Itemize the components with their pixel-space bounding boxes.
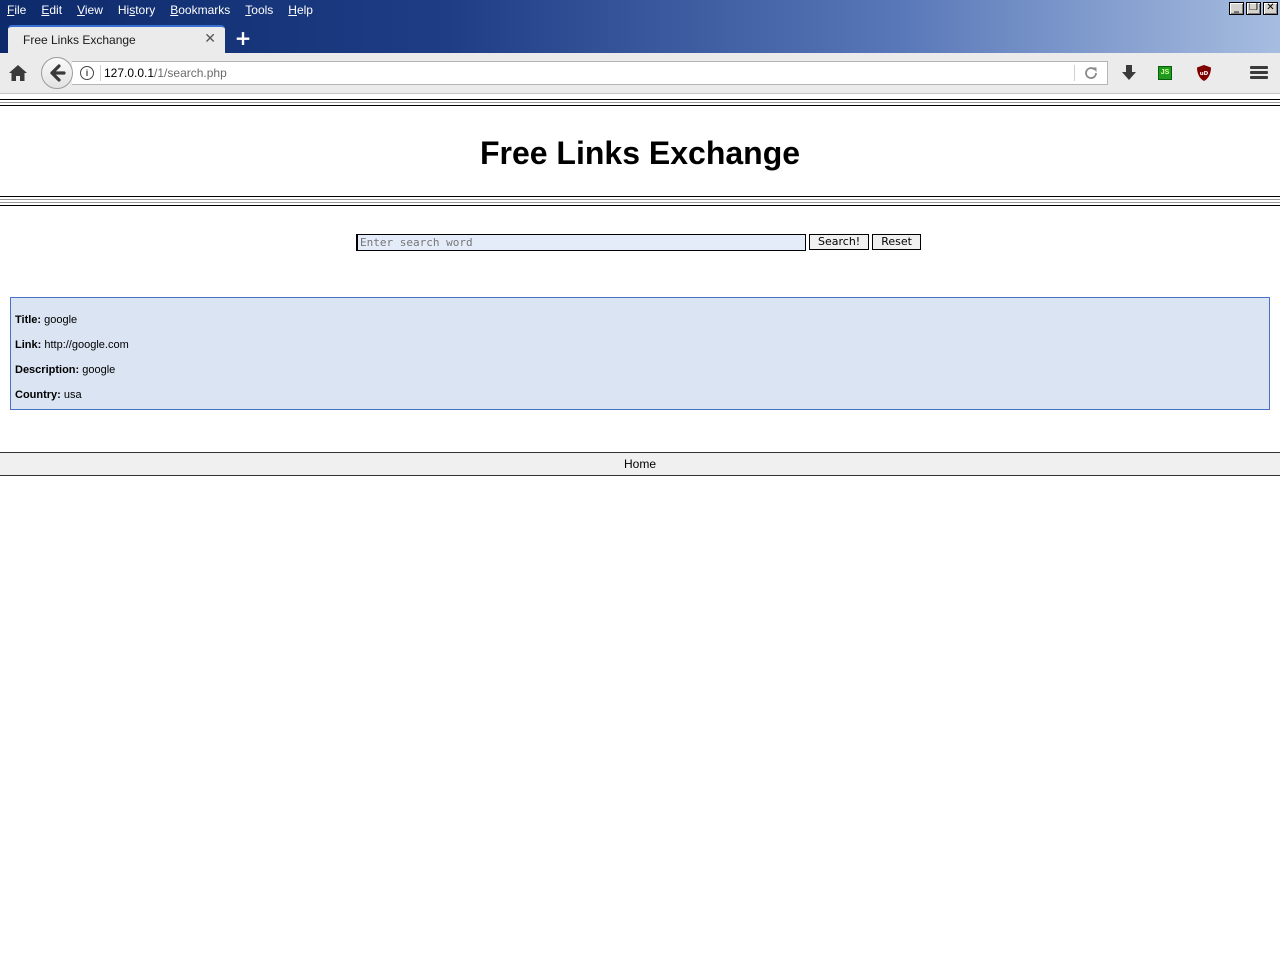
menu-help[interactable]: Help [281,0,321,20]
url-host: 127.0.0.1 [104,66,155,80]
result-description-label: Description: [15,364,80,376]
menu-edit[interactable]: Edit [34,0,70,20]
result-country-label: Country: [15,389,61,401]
window-controls: _ ❐ ✕ [1229,2,1278,15]
minimize-icon[interactable]: _ [1229,2,1244,15]
reload-icon[interactable] [1083,65,1099,81]
url-separator [100,65,101,81]
url-text[interactable]: 127.0.0.1/1/search.php [104,66,227,80]
hamburger-menu-icon[interactable] [1250,66,1268,82]
new-tab-icon[interactable]: + [234,27,252,49]
search-button[interactable]: Search! [809,234,870,250]
page-content: Free Links Exchange Search! Reset Title:… [0,95,1280,960]
result-description-value: google [82,364,116,376]
browser-titlebar: File Edit View History Bookmarks Tools H… [0,0,1280,53]
navigation-toolbar: i 127.0.0.1/1/search.php JS uD [0,53,1280,94]
result-title-value: google [44,314,78,326]
result-description: Description: google [15,358,1269,383]
site-info-icon[interactable]: i [80,66,94,80]
tab-close-icon[interactable]: ✕ [204,31,216,47]
result-title-label: Title: [15,314,42,326]
menu-history[interactable]: History [111,0,163,20]
back-arrow-icon [50,64,66,82]
search-input[interactable] [356,234,806,251]
menu-view[interactable]: View [70,0,111,20]
svg-text:uD: uD [1200,71,1209,77]
tab-title: Free Links Exchange [23,33,136,47]
url-bar[interactable]: i 127.0.0.1/1/search.php [72,61,1108,85]
noscript-js-icon[interactable]: JS [1158,66,1172,80]
search-form: Search! Reset [356,234,921,251]
header-top-rule [0,99,1280,108]
home-icon[interactable] [8,63,28,83]
back-button[interactable] [41,57,73,89]
page-title: Free Links Exchange [479,135,801,171]
footer: Home [0,452,1280,476]
restore-icon[interactable]: ❐ [1246,2,1261,15]
menu-file[interactable]: File [0,0,34,20]
reset-button[interactable]: Reset [872,234,921,250]
header-bottom-rule [0,196,1280,208]
search-result: Title: google Link: http://google.com De… [10,297,1270,410]
close-window-icon[interactable]: ✕ [1263,2,1278,15]
menu-tools[interactable]: Tools [238,0,281,20]
result-title: Title: google [15,308,1269,333]
reload-separator [1074,65,1075,81]
result-country: Country: usa [15,383,1269,408]
ublock-shield-icon[interactable]: uD [1196,64,1212,82]
home-link[interactable]: Home [0,457,1280,471]
menu-bookmarks[interactable]: Bookmarks [163,0,238,20]
result-link-label: Link: [15,339,42,351]
download-icon[interactable] [1120,64,1138,82]
result-link-value: http://google.com [44,339,129,351]
menubar: File Edit View History Bookmarks Tools H… [0,0,321,20]
result-link: Link: http://google.com [15,333,1269,358]
url-path: /1/search.php [154,66,227,80]
browser-tab[interactable]: Free Links Exchange ✕ [8,25,225,53]
result-country-value: usa [63,389,82,401]
